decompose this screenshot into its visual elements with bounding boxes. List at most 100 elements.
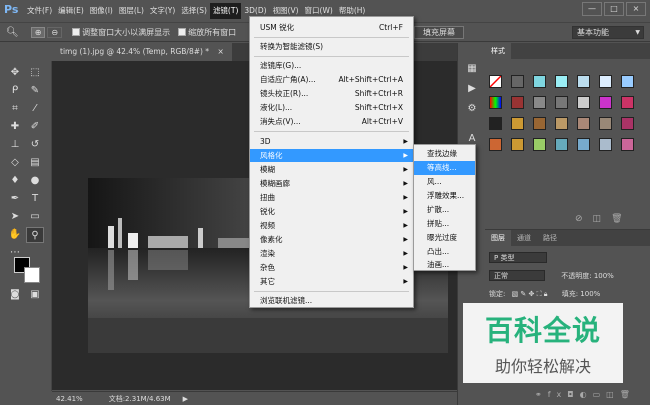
menu-item-noise[interactable]: 杂色 ▶ — [250, 261, 413, 274]
type-tool-icon[interactable]: T — [26, 191, 44, 207]
quick-select-tool-icon[interactable]: ✎ — [26, 83, 44, 99]
clone-stamp-icon[interactable]: ⊥ — [6, 137, 24, 153]
style-swatch[interactable] — [511, 75, 524, 88]
menu-item-stylize[interactable]: 风格化 ▶ — [250, 149, 413, 162]
zoom-out-button[interactable]: ⊖ — [47, 26, 63, 38]
mask-icon[interactable]: ◘ — [567, 390, 579, 399]
minimize-button[interactable]: — — [582, 2, 602, 16]
brush-tool-icon[interactable]: ✐ — [26, 119, 44, 135]
marquee-tool-icon[interactable]: ⬚ — [26, 65, 44, 81]
style-swatch[interactable] — [599, 117, 612, 130]
tab-styles[interactable]: 样式 — [485, 43, 511, 59]
submenu-item-extrude[interactable]: 凸出... — [414, 245, 475, 259]
link-layers-icon[interactable]: ⚭ — [535, 390, 548, 399]
menu-item-render[interactable]: 渲染 ▶ — [250, 247, 413, 260]
style-swatch[interactable] — [621, 75, 634, 88]
style-swatch[interactable] — [533, 96, 546, 109]
eyedropper-tool-icon[interactable]: ⁄ — [26, 101, 44, 117]
menu-item-usm[interactable]: USM 锐化 Ctrl+F — [250, 21, 413, 34]
menu-item-other[interactable]: 其它 ▶ — [250, 275, 413, 288]
fill-screen-button[interactable]: 填充屏幕 — [414, 26, 464, 39]
new-layer-icon[interactable]: ◫ — [606, 390, 620, 399]
style-swatch[interactable] — [577, 96, 590, 109]
fill-control[interactable]: 填充: 100% — [562, 290, 601, 298]
submenu-item-solarize[interactable]: 曝光过度 — [414, 231, 475, 245]
gradient-tool-icon[interactable]: ▤ — [26, 155, 44, 171]
menu-item-3d[interactable]: 3D ▶ — [250, 135, 413, 148]
fx-icon[interactable]: fx — [548, 390, 568, 399]
clear-style-icon[interactable]: ⊘ — [575, 214, 593, 224]
style-swatch[interactable] — [577, 75, 590, 88]
style-swatch[interactable] — [489, 117, 502, 130]
style-swatch[interactable] — [577, 138, 590, 151]
quick-mask-icon[interactable]: ◙ — [6, 287, 24, 303]
menu-item-blur[interactable]: 模糊 ▶ — [250, 163, 413, 176]
tab-layers[interactable]: 图层 — [485, 230, 511, 246]
menu-layer[interactable]: 图层(L) — [116, 3, 147, 19]
submenu-item-tiles[interactable]: 拼贴... — [414, 217, 475, 231]
style-swatch[interactable] — [533, 138, 546, 151]
menu-item-liquify[interactable]: 液化(L)... Shift+Ctrl+X — [250, 101, 413, 114]
menu-select[interactable]: 选择(S) — [178, 3, 210, 19]
group-icon[interactable]: ▭ — [593, 390, 607, 399]
menu-item-blur-gallery[interactable]: 模糊画廊 ▶ — [250, 177, 413, 190]
menu-filter[interactable]: 滤镜(T) — [209, 3, 242, 19]
menu-item-lens-correction[interactable]: 镜头校正(R)... Shift+Ctrl+R — [250, 87, 413, 100]
submenu-item-trace-contour[interactable]: 等高线... — [414, 161, 475, 175]
style-swatch[interactable] — [621, 117, 634, 130]
blur-tool-icon[interactable]: ♦ — [6, 173, 24, 189]
new-style-icon[interactable]: ◫ — [593, 214, 612, 224]
menu-item-video[interactable]: 视频 ▶ — [250, 219, 413, 232]
style-swatch[interactable] — [555, 117, 568, 130]
eraser-tool-icon[interactable]: ◇ — [6, 155, 24, 171]
adjustment-icon[interactable]: ◐ — [580, 390, 593, 399]
close-tab-icon[interactable]: × — [217, 47, 223, 56]
workspace-select[interactable]: 基本功能 ▼ — [572, 26, 644, 39]
style-swatch[interactable] — [555, 96, 568, 109]
submenu-item-wind[interactable]: 风... — [414, 175, 475, 189]
background-color-swatch[interactable] — [24, 267, 40, 283]
style-swatch[interactable] — [489, 96, 502, 109]
menu-edit[interactable]: 编辑(E) — [55, 3, 87, 19]
document-tab[interactable]: timg (1).jpg @ 42.4% (Temp, RGB/8#) * × — [52, 43, 232, 61]
style-swatch[interactable] — [621, 138, 634, 151]
healing-brush-icon[interactable]: ✚ — [6, 119, 24, 135]
menu-item-filter-gallery[interactable]: 滤镜库(G)... — [250, 59, 413, 72]
style-swatch[interactable] — [511, 138, 524, 151]
zoom-tool-icon[interactable]: 🔍︎ — [6, 27, 19, 38]
path-select-icon[interactable]: ➤ — [6, 209, 24, 225]
submenu-item-diffuse[interactable]: 扩散... — [414, 203, 475, 217]
history-panel-icon[interactable]: ▦ — [463, 61, 481, 77]
zoom-in-button[interactable]: ⊕ — [30, 26, 46, 38]
screen-mode-icon[interactable]: ▣ — [26, 287, 44, 303]
style-swatch[interactable] — [511, 96, 524, 109]
menu-item-pixelate[interactable]: 像素化 ▶ — [250, 233, 413, 246]
actions-play-icon[interactable]: ▶ — [463, 81, 481, 97]
blend-mode-select[interactable]: 正常 — [489, 270, 545, 281]
delete-layer-icon[interactable]: 🗑︎ — [620, 390, 636, 399]
lasso-tool-icon[interactable]: ᑭ — [6, 83, 24, 99]
lock-icon[interactable]: ▧ ✎ ✥ ⛶ 🔒︎ — [512, 290, 548, 298]
shape-tool-icon[interactable]: ▭ — [26, 209, 44, 225]
history-brush-icon[interactable]: ↺ — [26, 137, 44, 153]
zoom-all-checkbox[interactable] — [178, 28, 187, 36]
style-swatch[interactable] — [533, 117, 546, 130]
style-swatch[interactable] — [599, 75, 612, 88]
close-button[interactable]: × — [626, 2, 646, 16]
pen-tool-icon[interactable]: ✒ — [6, 191, 24, 207]
menu-type[interactable]: 文字(Y) — [147, 3, 178, 19]
tab-channels[interactable]: 通道 — [511, 230, 537, 246]
menu-file[interactable]: 文件(F) — [24, 3, 55, 19]
submenu-item-oil-paint[interactable]: 油画... — [414, 259, 475, 271]
move-tool-icon[interactable]: ✥ — [6, 65, 24, 81]
delete-style-icon[interactable]: 🗑︎ — [611, 214, 632, 224]
submenu-item-emboss[interactable]: 浮雕效果... — [414, 189, 475, 203]
menu-item-smart-filter[interactable]: 转换为智能滤镜(S) — [250, 40, 413, 53]
maximize-button[interactable]: □ — [604, 2, 624, 16]
status-arrow-icon[interactable]: ▶ — [183, 395, 188, 403]
style-swatch[interactable] — [489, 138, 502, 151]
hand-tool-icon[interactable]: ✋ — [6, 227, 24, 243]
style-swatch[interactable] — [489, 75, 502, 88]
style-swatch[interactable] — [599, 96, 612, 109]
menu-item-adaptive-wide[interactable]: 自适应广角(A)... Alt+Shift+Ctrl+A — [250, 73, 413, 86]
